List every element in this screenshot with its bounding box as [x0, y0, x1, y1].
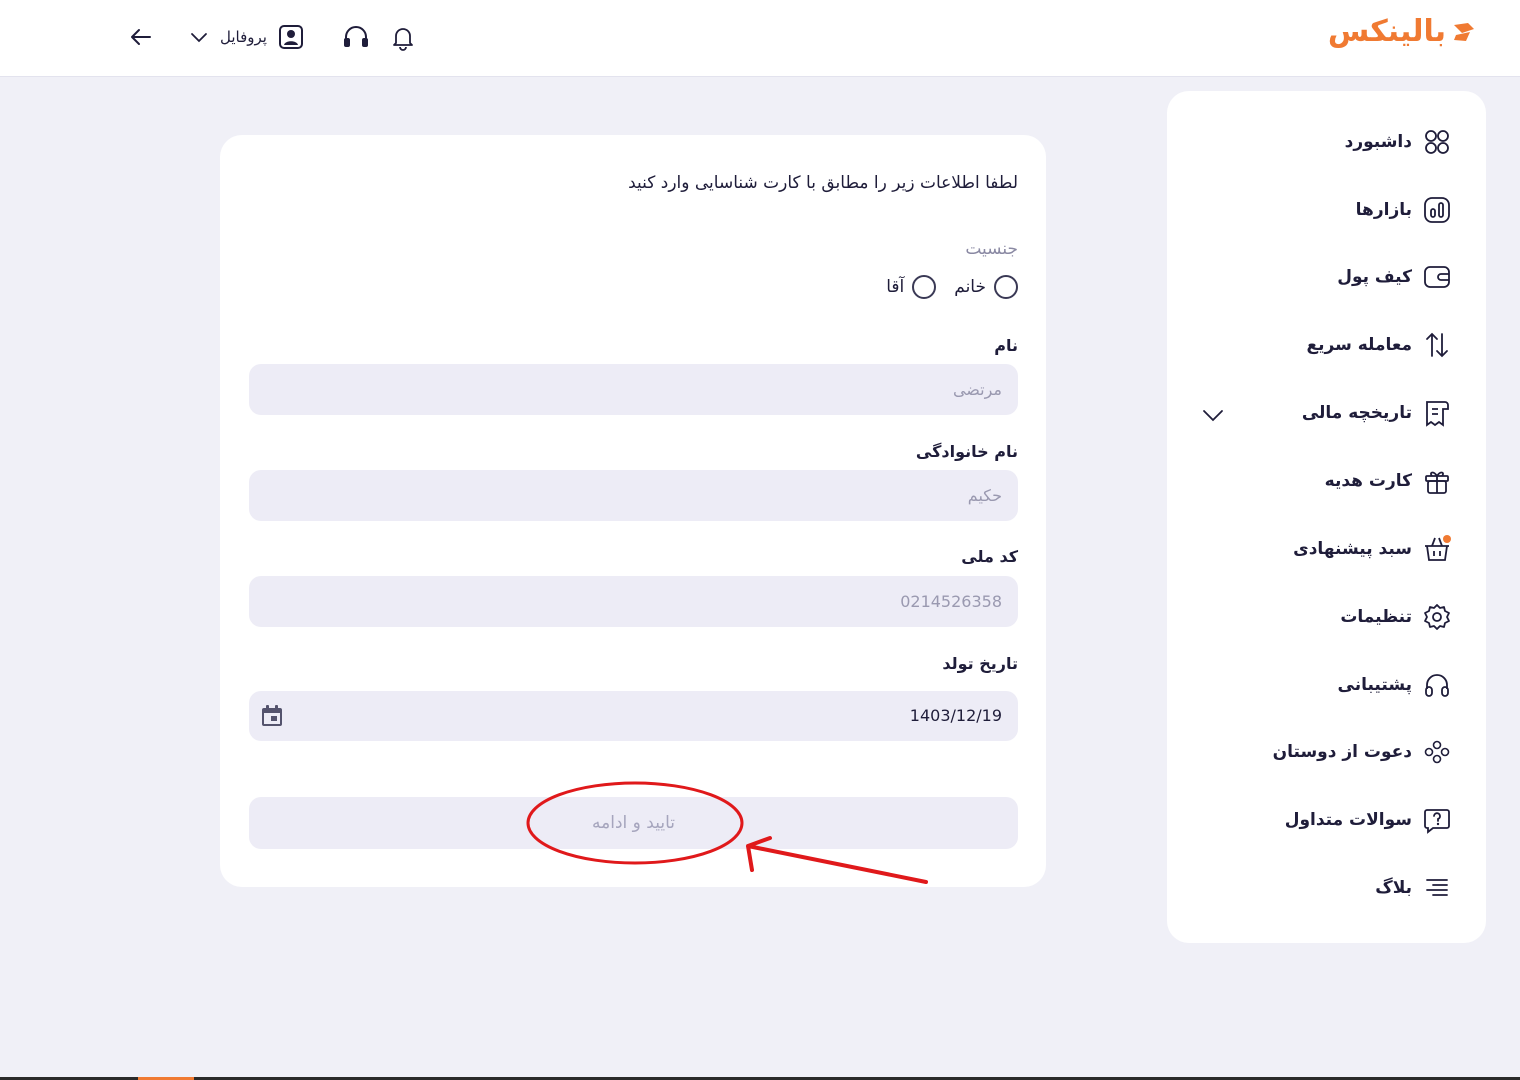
sidebar-item-label: دعوت از دوستان — [1272, 742, 1412, 762]
logo-mark-icon — [1454, 22, 1474, 41]
back-arrow-icon[interactable] — [126, 22, 156, 52]
headset-icon — [1422, 670, 1452, 700]
sidebar-item-blog[interactable]: بلاگ — [1167, 870, 1452, 906]
profile-label: پروفایل — [220, 28, 267, 46]
sidebar-item-faq[interactable]: سوالات متداول — [1167, 802, 1452, 838]
sidebar-item-label: کیف پول — [1337, 267, 1412, 287]
gift-icon — [1422, 466, 1452, 496]
sidebar-item-settings[interactable]: تنظیمات — [1167, 599, 1452, 635]
national-code-field[interactable] — [249, 576, 1018, 627]
sidebar-item-label: سبد پیشنهادی — [1293, 539, 1412, 559]
gender-option-label: آقا — [886, 277, 905, 297]
receipt-icon — [1422, 398, 1452, 428]
user-icon — [278, 25, 303, 49]
sidebar-item-label: پشتیبانی — [1337, 675, 1412, 695]
sidebar-item-invite-friends[interactable]: دعوت از دوستان — [1167, 734, 1452, 770]
top-header: بالینکس پروفایل — [0, 0, 1520, 77]
sidebar-item-quick-trade[interactable]: معامله سریع — [1167, 327, 1452, 363]
sidebar-item-dashboard[interactable]: داشبورد — [1167, 124, 1452, 160]
sidebar-item-label: معامله سریع — [1306, 335, 1413, 355]
gender-option-male[interactable]: آقا — [886, 275, 937, 299]
gender-radio-group: خانم آقا — [886, 275, 1018, 299]
sidebar-item-suggested-basket[interactable]: سبد پیشنهادی — [1167, 531, 1452, 567]
sidebar-item-label: تاریخچه مالی — [1301, 403, 1412, 423]
logo-text: بالینکس — [1327, 14, 1446, 49]
sidebar-item-gift-card[interactable]: کارت هدیه — [1167, 463, 1452, 499]
headset-icon[interactable] — [341, 22, 371, 52]
calendar-icon[interactable] — [259, 703, 285, 729]
form-title: لطفا اطلاعات زیر را مطابق با کارت شناسای… — [628, 173, 1018, 193]
sidebar: داشبورد بازارها کیف پول معامله سریع تاری… — [1167, 91, 1486, 943]
gender-option-label: خانم — [954, 277, 986, 297]
gender-label: جنسیت — [965, 239, 1018, 259]
sidebar-item-label: سوالات متداول — [1284, 810, 1412, 830]
birth-date-value: 1403/12/19 — [909, 706, 1002, 725]
sidebar-item-label: داشبورد — [1344, 132, 1412, 152]
basket-icon — [1422, 534, 1452, 564]
profile-menu-button[interactable]: پروفایل — [188, 20, 305, 54]
identity-form-card: لطفا اطلاعات زیر را مطابق با کارت شناسای… — [220, 135, 1046, 887]
users-icon — [1422, 737, 1452, 767]
sidebar-item-financial-history[interactable]: تاریخچه مالی — [1167, 395, 1452, 431]
sidebar-item-label: تنظیمات — [1340, 607, 1412, 627]
sidebar-item-label: بلاگ — [1375, 878, 1412, 898]
national-code-label: کد ملی — [961, 547, 1018, 566]
first-name-label: نام — [994, 336, 1018, 355]
sidebar-item-support[interactable]: پشتیبانی — [1167, 667, 1452, 703]
gender-option-female[interactable]: خانم — [954, 275, 1018, 299]
markets-icon — [1422, 195, 1452, 225]
sidebar-item-label: کارت هدیه — [1324, 471, 1412, 491]
sidebar-item-wallet[interactable]: کیف پول — [1167, 259, 1452, 295]
sidebar-item-markets[interactable]: بازارها — [1167, 192, 1452, 228]
last-name-label: نام خانوادگی — [915, 442, 1018, 461]
brand-logo[interactable]: بالینکس — [1328, 14, 1476, 49]
gear-icon — [1422, 602, 1452, 632]
first-name-field[interactable] — [249, 364, 1018, 415]
wallet-icon — [1422, 262, 1452, 292]
radio-circle[interactable] — [994, 275, 1018, 299]
chevron-down-icon — [191, 33, 207, 43]
birth-date-field[interactable]: 1403/12/19 — [249, 691, 1018, 741]
sidebar-item-label: بازارها — [1355, 200, 1412, 220]
menu-lines-icon — [1422, 873, 1452, 903]
birth-date-label: تاریخ تولد — [942, 654, 1018, 673]
chevron-down-icon[interactable] — [1201, 403, 1225, 427]
radio-circle[interactable] — [912, 275, 937, 299]
dashboard-icon — [1422, 127, 1452, 157]
submit-continue-button[interactable]: تایید و ادامه — [249, 797, 1018, 849]
question-icon — [1422, 805, 1452, 835]
last-name-field[interactable] — [249, 470, 1018, 521]
bell-icon[interactable] — [388, 22, 418, 52]
swap-arrows-icon — [1422, 330, 1452, 360]
